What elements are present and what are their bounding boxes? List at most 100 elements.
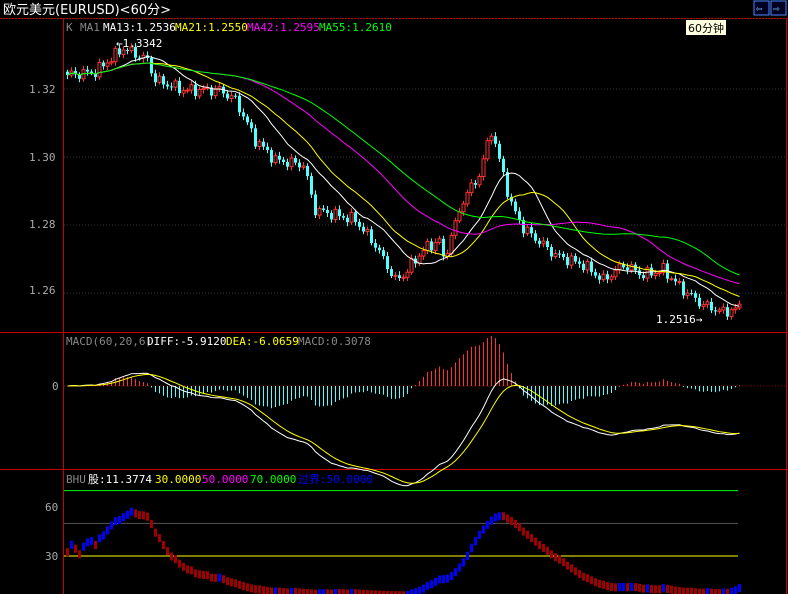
- candle-body: [250, 122, 253, 129]
- candle-body: [354, 212, 357, 222]
- bhu-bar: [350, 588, 353, 594]
- candle-body: [498, 143, 501, 159]
- bhu-bar: [590, 576, 593, 585]
- chart-canvas[interactable]: 欧元美元(EURUSD)<60分> ⇦ ⇨ K MA1 MA13:1.2536 …: [0, 0, 788, 594]
- bhu-bar: [538, 541, 541, 550]
- arrow-left-icon: ⇦: [756, 2, 763, 15]
- bhu-bar: [330, 589, 333, 594]
- candle-body: [166, 84, 169, 87]
- bhu-bar: [434, 577, 437, 586]
- bhu-bar: [258, 585, 261, 594]
- candle-body: [677, 280, 682, 283]
- candle-body: [194, 84, 197, 96]
- bhu-bar: [510, 516, 513, 525]
- bhu-bar: [438, 575, 441, 584]
- bhu-bar: [650, 584, 653, 593]
- bhu-bar: [74, 544, 77, 553]
- bhu-bar: [242, 582, 245, 591]
- candle-body: [442, 238, 445, 257]
- bhu-bar: [206, 571, 209, 580]
- candle-body: [273, 155, 278, 164]
- candle-body: [502, 158, 505, 173]
- bhu-bar: [478, 530, 481, 539]
- bhu-bar: [486, 520, 489, 529]
- bhu-bar: [586, 574, 589, 583]
- bhu-bar: [594, 578, 597, 587]
- bhu-y-tick: 30: [45, 550, 58, 563]
- candle-body: [574, 255, 577, 262]
- candle-body: [270, 150, 273, 163]
- bhu-bar: [662, 584, 665, 593]
- candle-body: [609, 276, 614, 280]
- candle-body: [714, 310, 717, 312]
- bhu-bar: [178, 559, 181, 568]
- candle-body: [522, 220, 525, 234]
- candle-body: [525, 226, 530, 234]
- bhu-bar: [442, 575, 445, 584]
- ma13-line: [67, 55, 740, 307]
- candle-body: [254, 128, 257, 147]
- candle-body: [733, 307, 738, 311]
- bhu-bar: [618, 582, 621, 591]
- candle-body: [534, 233, 537, 241]
- candle-body: [317, 207, 322, 216]
- high-annotation: ←1.3342: [116, 37, 162, 50]
- bhu-bar: [726, 588, 729, 594]
- bhu-bar: [274, 587, 277, 594]
- candle-body: [485, 140, 490, 160]
- bhu-bar: [378, 590, 381, 594]
- candle-body: [342, 216, 345, 218]
- candle-body: [346, 217, 349, 223]
- bhu-bar: [234, 579, 237, 588]
- bhu-bar: [118, 515, 121, 524]
- candle-body: [705, 301, 710, 306]
- macd-legend-diff: DIFF:-5.9120: [147, 335, 226, 348]
- bhu-bar: [462, 558, 465, 567]
- bhu-bar: [574, 567, 577, 576]
- bhu-bar: [278, 587, 281, 594]
- candle-body: [421, 250, 426, 257]
- bhu-bar: [302, 588, 305, 594]
- bhu-legend-cross: 过界:50.0000: [298, 473, 373, 486]
- candle-body: [398, 275, 401, 279]
- candle-body: [477, 176, 482, 186]
- ma55-line: [67, 62, 740, 276]
- candle-body: [601, 273, 606, 281]
- bhu-bar: [414, 588, 417, 594]
- legend-ma1: MA1: [80, 21, 100, 34]
- candle-body: [405, 271, 410, 278]
- bhu-bar: [446, 574, 449, 583]
- bhu-bar: [722, 588, 725, 594]
- bhu-bar: [374, 590, 377, 594]
- bhu-bar: [698, 588, 701, 594]
- candle-body: [386, 256, 389, 270]
- candle-body: [553, 253, 558, 258]
- low-annotation: 1.2516→: [656, 313, 703, 326]
- bhu-bar: [310, 589, 313, 594]
- bhu-bar: [678, 587, 681, 594]
- nav-right-button[interactable]: ⇨: [770, 0, 787, 16]
- window-title: 欧元美元(EURUSD)<60分>: [3, 3, 171, 18]
- candle-body: [690, 293, 693, 295]
- candle-body: [453, 220, 458, 236]
- candle-body: [726, 307, 729, 317]
- bhu-bar: [666, 584, 669, 593]
- candle-body: [409, 258, 414, 273]
- candle-body: [162, 76, 165, 85]
- candle-body: [469, 182, 474, 194]
- bhu-bar: [210, 573, 213, 582]
- candle-body: [326, 210, 329, 213]
- candle-body: [286, 161, 289, 167]
- candle-body: [178, 80, 181, 94]
- nav-left-button[interactable]: ⇦: [753, 0, 770, 16]
- bhu-bar: [294, 587, 297, 594]
- bhu-bar: [554, 553, 557, 562]
- candle-body: [437, 238, 442, 244]
- candle-body: [298, 162, 301, 168]
- candle-body: [226, 93, 229, 99]
- candle-body: [461, 203, 466, 213]
- candle-body: [530, 227, 533, 234]
- bhu-bar: [658, 585, 661, 594]
- candle-body: [238, 95, 241, 113]
- bhu-bar: [518, 523, 521, 532]
